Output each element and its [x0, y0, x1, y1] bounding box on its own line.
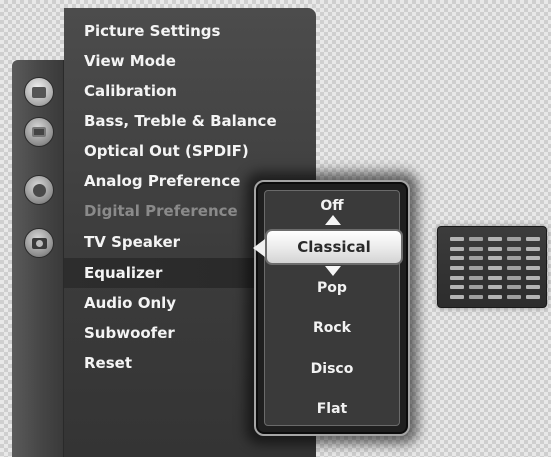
menu-item-picture-settings[interactable]: Picture Settings	[84, 17, 220, 45]
popup-pointer-icon	[253, 239, 265, 257]
scroll-down-arrow-icon[interactable]	[325, 266, 341, 276]
category-rail	[12, 60, 64, 457]
menu-item-analog-preference[interactable]: Analog Preference	[84, 167, 240, 195]
menu-item-equalizer[interactable]: Equalizer	[84, 259, 162, 287]
preset-option-pop[interactable]: Pop	[264, 278, 400, 298]
menu-item-tv-speaker[interactable]: TV Speaker	[84, 228, 180, 256]
menu-item-optical-out[interactable]: Optical Out (SPDIF)	[84, 137, 249, 165]
scroll-up-arrow-icon[interactable]	[325, 215, 341, 225]
menu-item-bass-treble-balance[interactable]: Bass, Treble & Balance	[84, 107, 277, 135]
picture-icon[interactable]	[24, 77, 54, 107]
equalizer-icon	[437, 226, 547, 308]
tv-icon[interactable]	[24, 117, 54, 147]
menu-item-reset[interactable]: Reset	[84, 349, 132, 377]
menu-item-view-mode[interactable]: View Mode	[84, 47, 176, 75]
menu-item-subwoofer[interactable]: Subwoofer	[84, 319, 175, 347]
preset-option-flat[interactable]: Flat	[264, 399, 400, 419]
menu-item-digital-preference: Digital Preference	[84, 202, 238, 220]
menu-item-calibration[interactable]: Calibration	[84, 77, 177, 105]
camera-icon[interactable]	[24, 228, 54, 258]
preset-option-classical-selected[interactable]: Classical	[265, 229, 403, 265]
preset-option-label: Classical	[297, 238, 371, 256]
settings-gears-icon[interactable]	[24, 175, 54, 205]
preset-option-disco[interactable]: Disco	[264, 359, 400, 379]
preset-option-off[interactable]: Off	[264, 196, 400, 216]
menu-item-audio-only[interactable]: Audio Only	[84, 289, 176, 317]
equalizer-preset-list	[264, 190, 400, 426]
preset-option-rock[interactable]: Rock	[264, 318, 400, 338]
